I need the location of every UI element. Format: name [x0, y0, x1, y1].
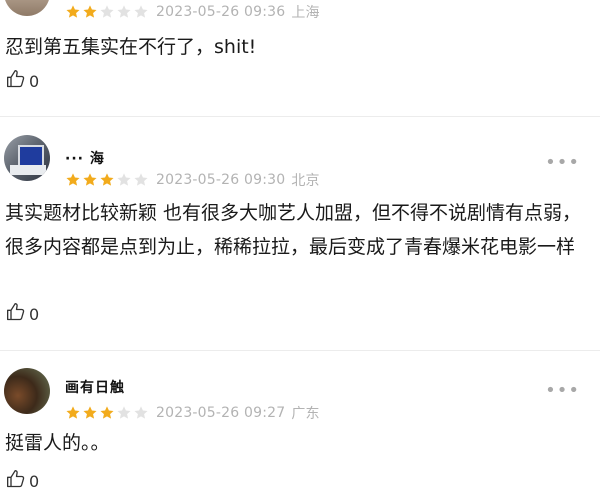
star-icon [134, 5, 148, 18]
star-icon [66, 173, 80, 186]
avatar[interactable] [4, 0, 50, 16]
avatar[interactable] [4, 135, 50, 181]
star-icon [117, 406, 131, 419]
review-location: 上海 [291, 5, 320, 21]
star-icon [83, 5, 97, 18]
star-icon [134, 406, 148, 419]
review-meta: 2023-05-26 09:36 上海 [65, 2, 320, 22]
star-icon [66, 5, 80, 18]
review-date: 2023-05-26 09:36 [156, 4, 286, 20]
like-button[interactable]: 0 [6, 70, 39, 92]
review-date: 2023-05-26 09:27 [156, 405, 286, 421]
more-dots-icon[interactable]: ••• [545, 154, 580, 172]
review-meta: 2023-05-26 09:27 广东 [65, 403, 320, 423]
star-icon [117, 173, 131, 186]
star-icon [100, 406, 114, 419]
username[interactable]: 画有日触 [65, 377, 125, 397]
review-date: 2023-05-26 09:30 [156, 172, 286, 188]
thumbs-up-icon [6, 69, 26, 93]
rating-stars [65, 405, 150, 421]
like-count: 0 [29, 471, 40, 491]
star-icon [100, 5, 114, 18]
star-icon [100, 173, 114, 186]
review-content: 忍到第五集实在不行了，shit! [5, 36, 257, 58]
username[interactable]: ··· 海 [65, 148, 105, 168]
like-count: 0 [29, 304, 40, 324]
like-button[interactable]: 0 [6, 303, 39, 325]
review-location: 广东 [291, 406, 320, 422]
star-icon [83, 406, 97, 419]
star-icon [117, 5, 131, 18]
star-icon [134, 173, 148, 186]
divider [0, 350, 600, 351]
review-meta: 2023-05-26 09:30 北京 [65, 170, 320, 190]
like-button[interactable]: 0 [6, 470, 39, 492]
star-icon [66, 406, 80, 419]
review-location: 北京 [291, 173, 320, 189]
rating-stars [65, 4, 150, 20]
like-count: 0 [29, 71, 40, 91]
more-dots-icon[interactable]: ••• [545, 382, 580, 400]
review-content: 挺雷人的。。 [5, 432, 110, 454]
divider [0, 116, 600, 117]
avatar[interactable] [4, 368, 50, 414]
thumbs-up-icon [6, 469, 26, 493]
star-icon [83, 173, 97, 186]
rating-stars [65, 172, 150, 188]
review-content: 其实题材比较新颖 也有很多大咖艺人加盟，但不得不说剧情有点弱，很多内容都是点到为… [5, 202, 582, 258]
thumbs-up-icon [6, 302, 26, 326]
